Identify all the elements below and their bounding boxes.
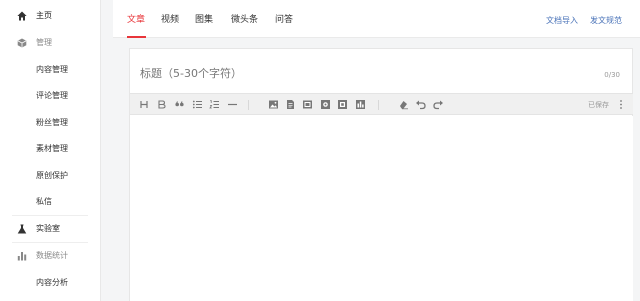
article-editor: 0/30 [129,48,633,301]
nav-item-original-protection[interactable]: 原创保护 [0,163,100,189]
nav-label-manage: 管理 [36,38,52,47]
nav-label-lab: 实验室 [36,224,60,233]
quote-icon[interactable] [174,99,185,110]
publish-tabs-bar: 文章 视频 图集 微头条 问答 文档导入 发文规范 [113,0,640,38]
nav-item-fans-manage[interactable]: 粉丝管理 [0,110,100,136]
title-input[interactable] [140,67,540,80]
document-import-link[interactable]: 文档导入 [546,15,578,26]
nav-label: 私信 [36,197,52,206]
home-icon [17,11,27,21]
nav-item-content-analysis[interactable]: 内容分析 [0,270,100,296]
nav-label: 原创保护 [36,171,68,180]
gallery-icon[interactable] [355,99,366,110]
bullet-list-icon[interactable] [192,99,203,110]
video-icon[interactable] [302,99,313,110]
flask-icon [17,224,27,234]
nav-item-home[interactable]: 主页 [0,3,100,29]
nav-group-manage[interactable]: 管理 [0,30,100,56]
save-status: 已保存 [588,101,609,109]
tab-micro-headline[interactable]: 微头条 [231,14,258,26]
more-options-icon[interactable] [618,99,624,110]
article-body-editor[interactable] [130,116,633,301]
editor-toolbar: 已保存 [130,93,633,115]
tab-qa[interactable]: 问答 [275,14,293,26]
nav-label-stats: 数据统计 [36,251,68,260]
undo-icon[interactable] [415,99,426,110]
nav-label: 粉丝管理 [36,118,68,127]
bold-icon[interactable] [156,99,167,110]
image-icon[interactable] [268,99,279,110]
toolbar-separator [378,100,379,110]
numbered-list-icon[interactable] [209,99,220,110]
redo-icon[interactable] [433,99,444,110]
nav-label: 内容管理 [36,65,68,74]
title-char-counter: 0/30 [604,71,620,79]
heading-icon[interactable] [139,99,150,110]
nav-group-stats[interactable]: 数据统计 [0,243,100,269]
tab-article[interactable]: 文章 [127,14,145,26]
clear-format-icon[interactable] [398,99,409,110]
nav-item-comment-manage[interactable]: 评论管理 [0,83,100,109]
nav-label: 内容分析 [36,278,68,287]
nav-label-home: 主页 [36,11,52,20]
bar-chart-icon [17,252,27,261]
nav-item-lab[interactable]: 实验室 [0,216,100,242]
tab-video[interactable]: 视频 [161,14,179,26]
nav-item-content-manage[interactable]: 内容管理 [0,57,100,83]
audio-icon[interactable] [320,99,331,110]
nav-item-private-message[interactable]: 私信 [0,189,100,215]
divider-icon[interactable] [227,99,238,110]
editor-container: 0/30 [113,38,640,301]
tab-gallery[interactable]: 图集 [195,14,213,26]
publishing-guidelines-link[interactable]: 发文规范 [590,15,622,26]
nav-label: 评论管理 [36,91,68,100]
nav-label: 素材管理 [36,144,68,153]
toolbar-separator [248,100,249,110]
sidebar: 主页 管理 内容管理 评论管理 粉丝管理 素材管理 原创保护 私信 实验室 数据… [0,0,101,301]
cube-icon [17,38,27,48]
nav-item-material-manage[interactable]: 素材管理 [0,136,100,162]
document-icon[interactable] [285,99,296,110]
poll-icon[interactable] [337,99,348,110]
